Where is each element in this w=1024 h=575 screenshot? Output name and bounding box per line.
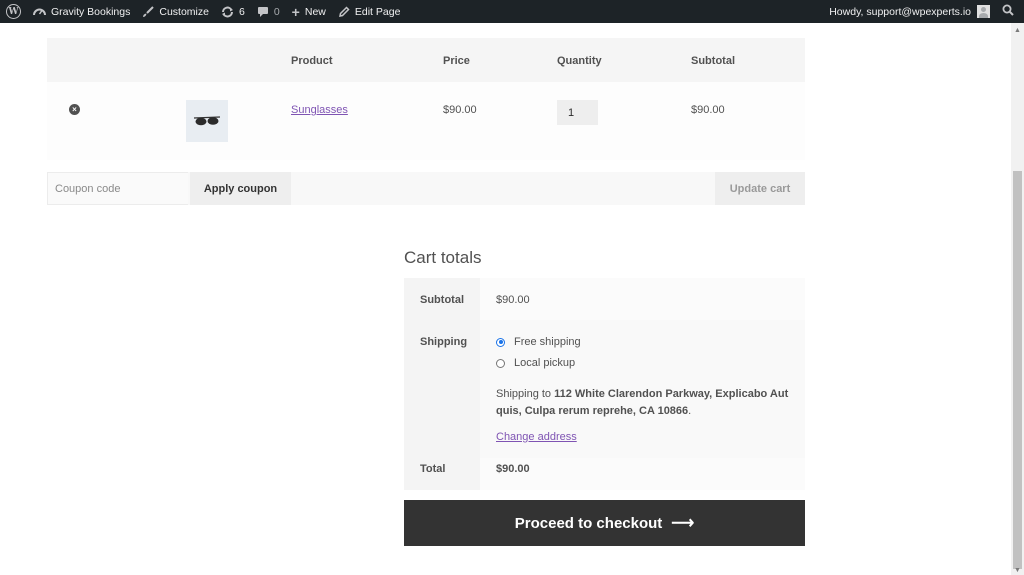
column-header-product: Product: [291, 55, 333, 67]
site-name: Gravity Bookings: [51, 5, 131, 18]
total-value: $90.00: [480, 458, 805, 490]
product-subtotal: $90.00: [691, 104, 725, 116]
site-name-link[interactable]: Gravity Bookings: [27, 0, 136, 23]
update-cart-button[interactable]: Update cart: [715, 172, 805, 205]
checkout-label: Proceed to checkout: [514, 514, 663, 532]
change-address-link[interactable]: Change address: [496, 431, 577, 443]
shipping-row: Shipping Free shipping Local pickup Ship…: [404, 320, 805, 458]
apply-coupon-button[interactable]: Apply coupon: [190, 172, 291, 205]
product-name-link[interactable]: Sunglasses: [291, 104, 348, 116]
edit-page-link[interactable]: Edit Page: [332, 0, 407, 23]
cart-table-header: Product Price Quantity Subtotal: [47, 38, 805, 82]
cart-totals-heading: Cart totals: [404, 248, 482, 267]
customize-link[interactable]: Customize: [136, 0, 215, 23]
admin-search-button[interactable]: [996, 0, 1024, 23]
subtotal-row: Subtotal $90.00: [404, 278, 805, 320]
shipping-option-label: Local pickup: [514, 357, 576, 369]
product-price: $90.00: [443, 104, 477, 116]
column-header-quantity: Quantity: [557, 55, 602, 67]
shipping-label: Shipping: [404, 320, 480, 458]
scrollbar-thumb[interactable]: [1013, 171, 1022, 569]
comments-link[interactable]: 0: [251, 0, 286, 23]
plus-icon: +: [291, 3, 300, 20]
remove-item-icon[interactable]: ×: [69, 104, 80, 115]
shipping-destination: Shipping to 112 White Clarendon Parkway,…: [496, 386, 805, 420]
shipping-to-suffix: .: [688, 405, 692, 417]
shipping-option-pickup[interactable]: Local pickup: [496, 357, 805, 369]
coupon-placeholder: Coupon code: [55, 182, 121, 195]
wp-logo-menu[interactable]: W: [0, 0, 27, 23]
updates-count: 6: [238, 5, 245, 18]
coupon-code-input[interactable]: Coupon code: [47, 172, 188, 205]
my-account-menu[interactable]: Howdy, support@wpexperts.io: [823, 0, 996, 23]
shipping-option-label: Free shipping: [514, 336, 581, 348]
customize-label: Customize: [159, 5, 209, 18]
shipping-option-free[interactable]: Free shipping: [496, 336, 805, 348]
arrow-right-icon: ⟶: [671, 515, 695, 532]
paintbrush-icon: [142, 5, 155, 18]
sunglasses-icon: [193, 116, 221, 126]
shipping-to-prefix: Shipping to: [496, 388, 555, 400]
scroll-down-arrow-icon[interactable]: ▼: [1011, 565, 1024, 575]
comments-count: 0: [273, 5, 280, 18]
subtotal-label: Subtotal: [404, 278, 480, 320]
search-icon: [1002, 4, 1014, 19]
product-thumbnail[interactable]: [186, 100, 228, 142]
updates-link[interactable]: 6: [215, 0, 251, 23]
comment-bubble-icon: [257, 6, 269, 18]
page-scrollbar[interactable]: ▲ ▼: [1011, 23, 1024, 575]
scroll-up-arrow-icon[interactable]: ▲: [1011, 25, 1024, 35]
cart-table: Product Price Quantity Subtotal × Sungla…: [47, 38, 805, 160]
wordpress-icon: W: [6, 4, 21, 19]
edit-page-label: Edit Page: [354, 5, 401, 18]
subtotal-value: $90.00: [480, 278, 805, 320]
pencil-icon: [338, 5, 350, 18]
avatar: [977, 5, 990, 18]
quantity-input[interactable]: [557, 100, 598, 125]
proceed-to-checkout-button[interactable]: Proceed to checkout ⟶: [404, 500, 805, 546]
cart-actions: Coupon code Apply coupon Update cart: [47, 172, 805, 205]
column-header-subtotal: Subtotal: [691, 55, 735, 67]
table-row: × Sunglasses $90.00 $90.00: [47, 82, 805, 160]
howdy-text: Howdy, support@wpexperts.io: [829, 5, 971, 18]
new-label: New: [304, 5, 326, 18]
refresh-icon: [221, 6, 234, 18]
total-row: Total $90.00: [404, 458, 805, 490]
cart-totals-table: Subtotal $90.00 Shipping Free shipping L…: [404, 278, 805, 490]
radio-button[interactable]: [496, 358, 505, 368]
new-content-link[interactable]: + New: [286, 0, 332, 23]
column-header-price: Price: [443, 55, 470, 67]
total-label: Total: [404, 458, 480, 490]
wp-admin-bar: W Gravity Bookings Customize 6 0 + New E…: [0, 0, 1024, 23]
dashboard-gauge-icon: [33, 6, 46, 17]
radio-button-selected[interactable]: [496, 337, 505, 347]
shipping-options: Free shipping Local pickup Shipping to 1…: [480, 320, 805, 458]
